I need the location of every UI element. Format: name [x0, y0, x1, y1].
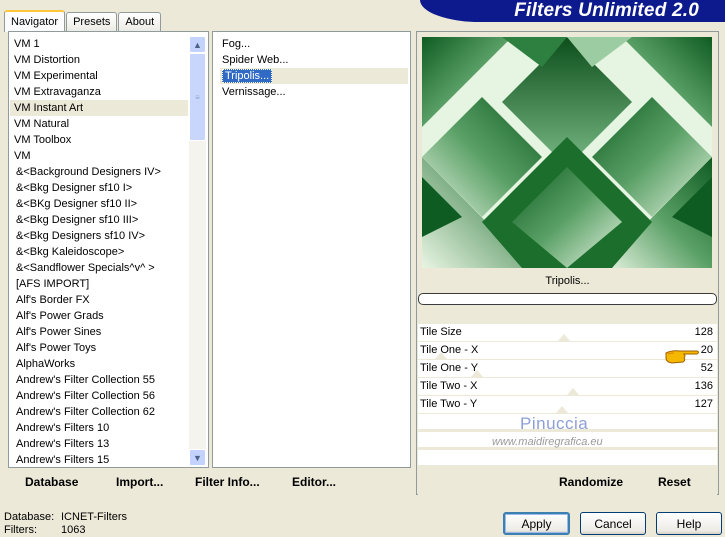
category-item[interactable]: &<Background Designers IV> [10, 164, 188, 180]
param-name: Tile One - X [420, 344, 479, 356]
category-item[interactable]: VM Toolbox [10, 132, 188, 148]
param-name: Tile Size [420, 326, 462, 338]
progress-bar [418, 293, 717, 305]
filters-count-label: Filters: [4, 524, 37, 536]
watermark-name: Pinuccia [520, 414, 589, 433]
category-item[interactable]: VM Instant Art [10, 100, 188, 116]
category-item[interactable]: &<Sandflower Specials^v^ > [10, 260, 188, 276]
param-row[interactable]: Tile Two - X 136 [418, 378, 717, 396]
category-item[interactable]: VM Distortion [10, 52, 188, 68]
filter-item-label: Vernissage... [222, 86, 286, 98]
pointing-hand-icon [665, 350, 699, 364]
category-item[interactable]: Alf's Power Grads [10, 308, 188, 324]
database-label: Database: [4, 511, 55, 523]
category-item[interactable]: VM Natural [10, 116, 188, 132]
category-item[interactable]: VM Extravaganza [10, 84, 188, 100]
category-item[interactable]: &<Bkg Designer sf10 III> [10, 212, 188, 228]
category-item[interactable]: Andrew's Filters 13 [10, 436, 188, 452]
category-item[interactable]: Alf's Power Toys [10, 340, 188, 356]
top-bar: Navigator Presets About Filters Unlimite… [0, 0, 725, 32]
filter-list[interactable]: Fog... Spider Web... Tripolis... Vernissage… [220, 36, 408, 236]
category-item[interactable]: &<Bkg Designers sf10 IV> [10, 228, 188, 244]
category-item[interactable]: AlphaWorks [10, 356, 188, 372]
import-button[interactable]: Import... [116, 475, 163, 489]
left-button-bar: Database Import... Filter Info... Editor… [8, 469, 411, 495]
watermark-url: www.maidiregrafica.eu [492, 436, 603, 448]
param-value: 128 [694, 326, 713, 338]
param-row[interactable]: Tile Size 128 [418, 324, 717, 342]
param-value: 52 [700, 362, 713, 374]
scroll-up-icon[interactable]: ▲ [189, 36, 206, 53]
database-value: ICNET-Filters [61, 511, 127, 523]
param-value: 136 [694, 380, 713, 392]
tab-strip: Navigator Presets About [4, 9, 162, 32]
param-value: 127 [694, 398, 713, 410]
param-slider-thumb[interactable] [471, 370, 484, 377]
filter-info-button[interactable]: Filter Info... [195, 475, 260, 489]
param-slider-thumb[interactable] [566, 388, 579, 395]
category-item[interactable]: Andrew's Filters 10 [10, 420, 188, 436]
param-name: Tile One - Y [420, 362, 479, 374]
database-button[interactable]: Database [25, 475, 78, 489]
category-item[interactable]: Andrew's Filter Collection 56 [10, 388, 188, 404]
param-slider-thumb[interactable] [556, 406, 569, 413]
param-slider-thumb[interactable] [557, 334, 570, 341]
empty-param-row [418, 450, 717, 466]
help-button[interactable]: Help [656, 512, 722, 535]
category-item[interactable]: Andrew's Filters 15 [10, 452, 188, 468]
param-name: Tile Two - Y [420, 398, 478, 410]
app-logo-title: Filters Unlimited 2.0 [420, 0, 725, 22]
apply-button[interactable]: Apply [503, 512, 570, 535]
category-item[interactable]: &<BKg Designer sf10 II> [10, 196, 188, 212]
right-button-bar: Randomize Reset [418, 469, 717, 495]
param-name: Tile Two - X [420, 380, 478, 392]
category-item[interactable]: Alf's Border FX [10, 292, 188, 308]
category-item[interactable]: [AFS IMPORT] [10, 276, 188, 292]
scroll-thumb[interactable]: ≡ [189, 53, 206, 141]
filter-item[interactable]: Spider Web... [220, 52, 408, 68]
category-item[interactable]: Alf's Power Sines [10, 324, 188, 340]
param-slider-thumb[interactable] [434, 352, 447, 359]
category-item[interactable]: &<Bkg Designer sf10 I> [10, 180, 188, 196]
randomize-button[interactable]: Randomize [559, 475, 623, 489]
filter-item[interactable]: Vernissage... [220, 84, 408, 100]
filter-item[interactable]: Fog... [220, 36, 408, 52]
category-item[interactable]: &<Bkg Kaleidoscope> [10, 244, 188, 260]
category-item[interactable]: VM 1 [10, 36, 188, 52]
category-item[interactable]: VM Experimental [10, 68, 188, 84]
filter-item-label: Fog... [222, 38, 251, 50]
preview-pattern [422, 37, 712, 268]
param-row[interactable]: Tile Two - Y 127 [418, 396, 717, 414]
filters-count-value: 1063 [61, 524, 86, 536]
category-list[interactable]: VM 1 VM Distortion VM Experimental VM Extra… [10, 36, 188, 468]
filter-item[interactable]: Tripolis... [220, 68, 408, 84]
category-item[interactable]: VM [10, 148, 188, 164]
tab-navigator[interactable]: Navigator [4, 10, 66, 32]
category-item[interactable]: Andrew's Filter Collection 55 [10, 372, 188, 388]
tab-about[interactable]: About [118, 12, 162, 31]
editor-button[interactable]: Editor... [292, 475, 336, 489]
category-item[interactable]: Andrew's Filter Collection 62 [10, 404, 188, 420]
tab-presets[interactable]: Presets [66, 12, 118, 31]
filter-item-label: Tripolis... [222, 69, 273, 83]
filter-name-label: Tripolis... [545, 275, 590, 287]
preview-image [422, 37, 712, 268]
filter-item-label: Spider Web... [222, 54, 289, 66]
cancel-button[interactable]: Cancel [580, 512, 646, 535]
category-scrollbar[interactable]: ▲ ≡ ▼ [189, 36, 206, 466]
param-value: 20 [700, 344, 713, 356]
reset-button[interactable]: Reset [658, 475, 691, 489]
scroll-down-icon[interactable]: ▼ [189, 449, 206, 466]
